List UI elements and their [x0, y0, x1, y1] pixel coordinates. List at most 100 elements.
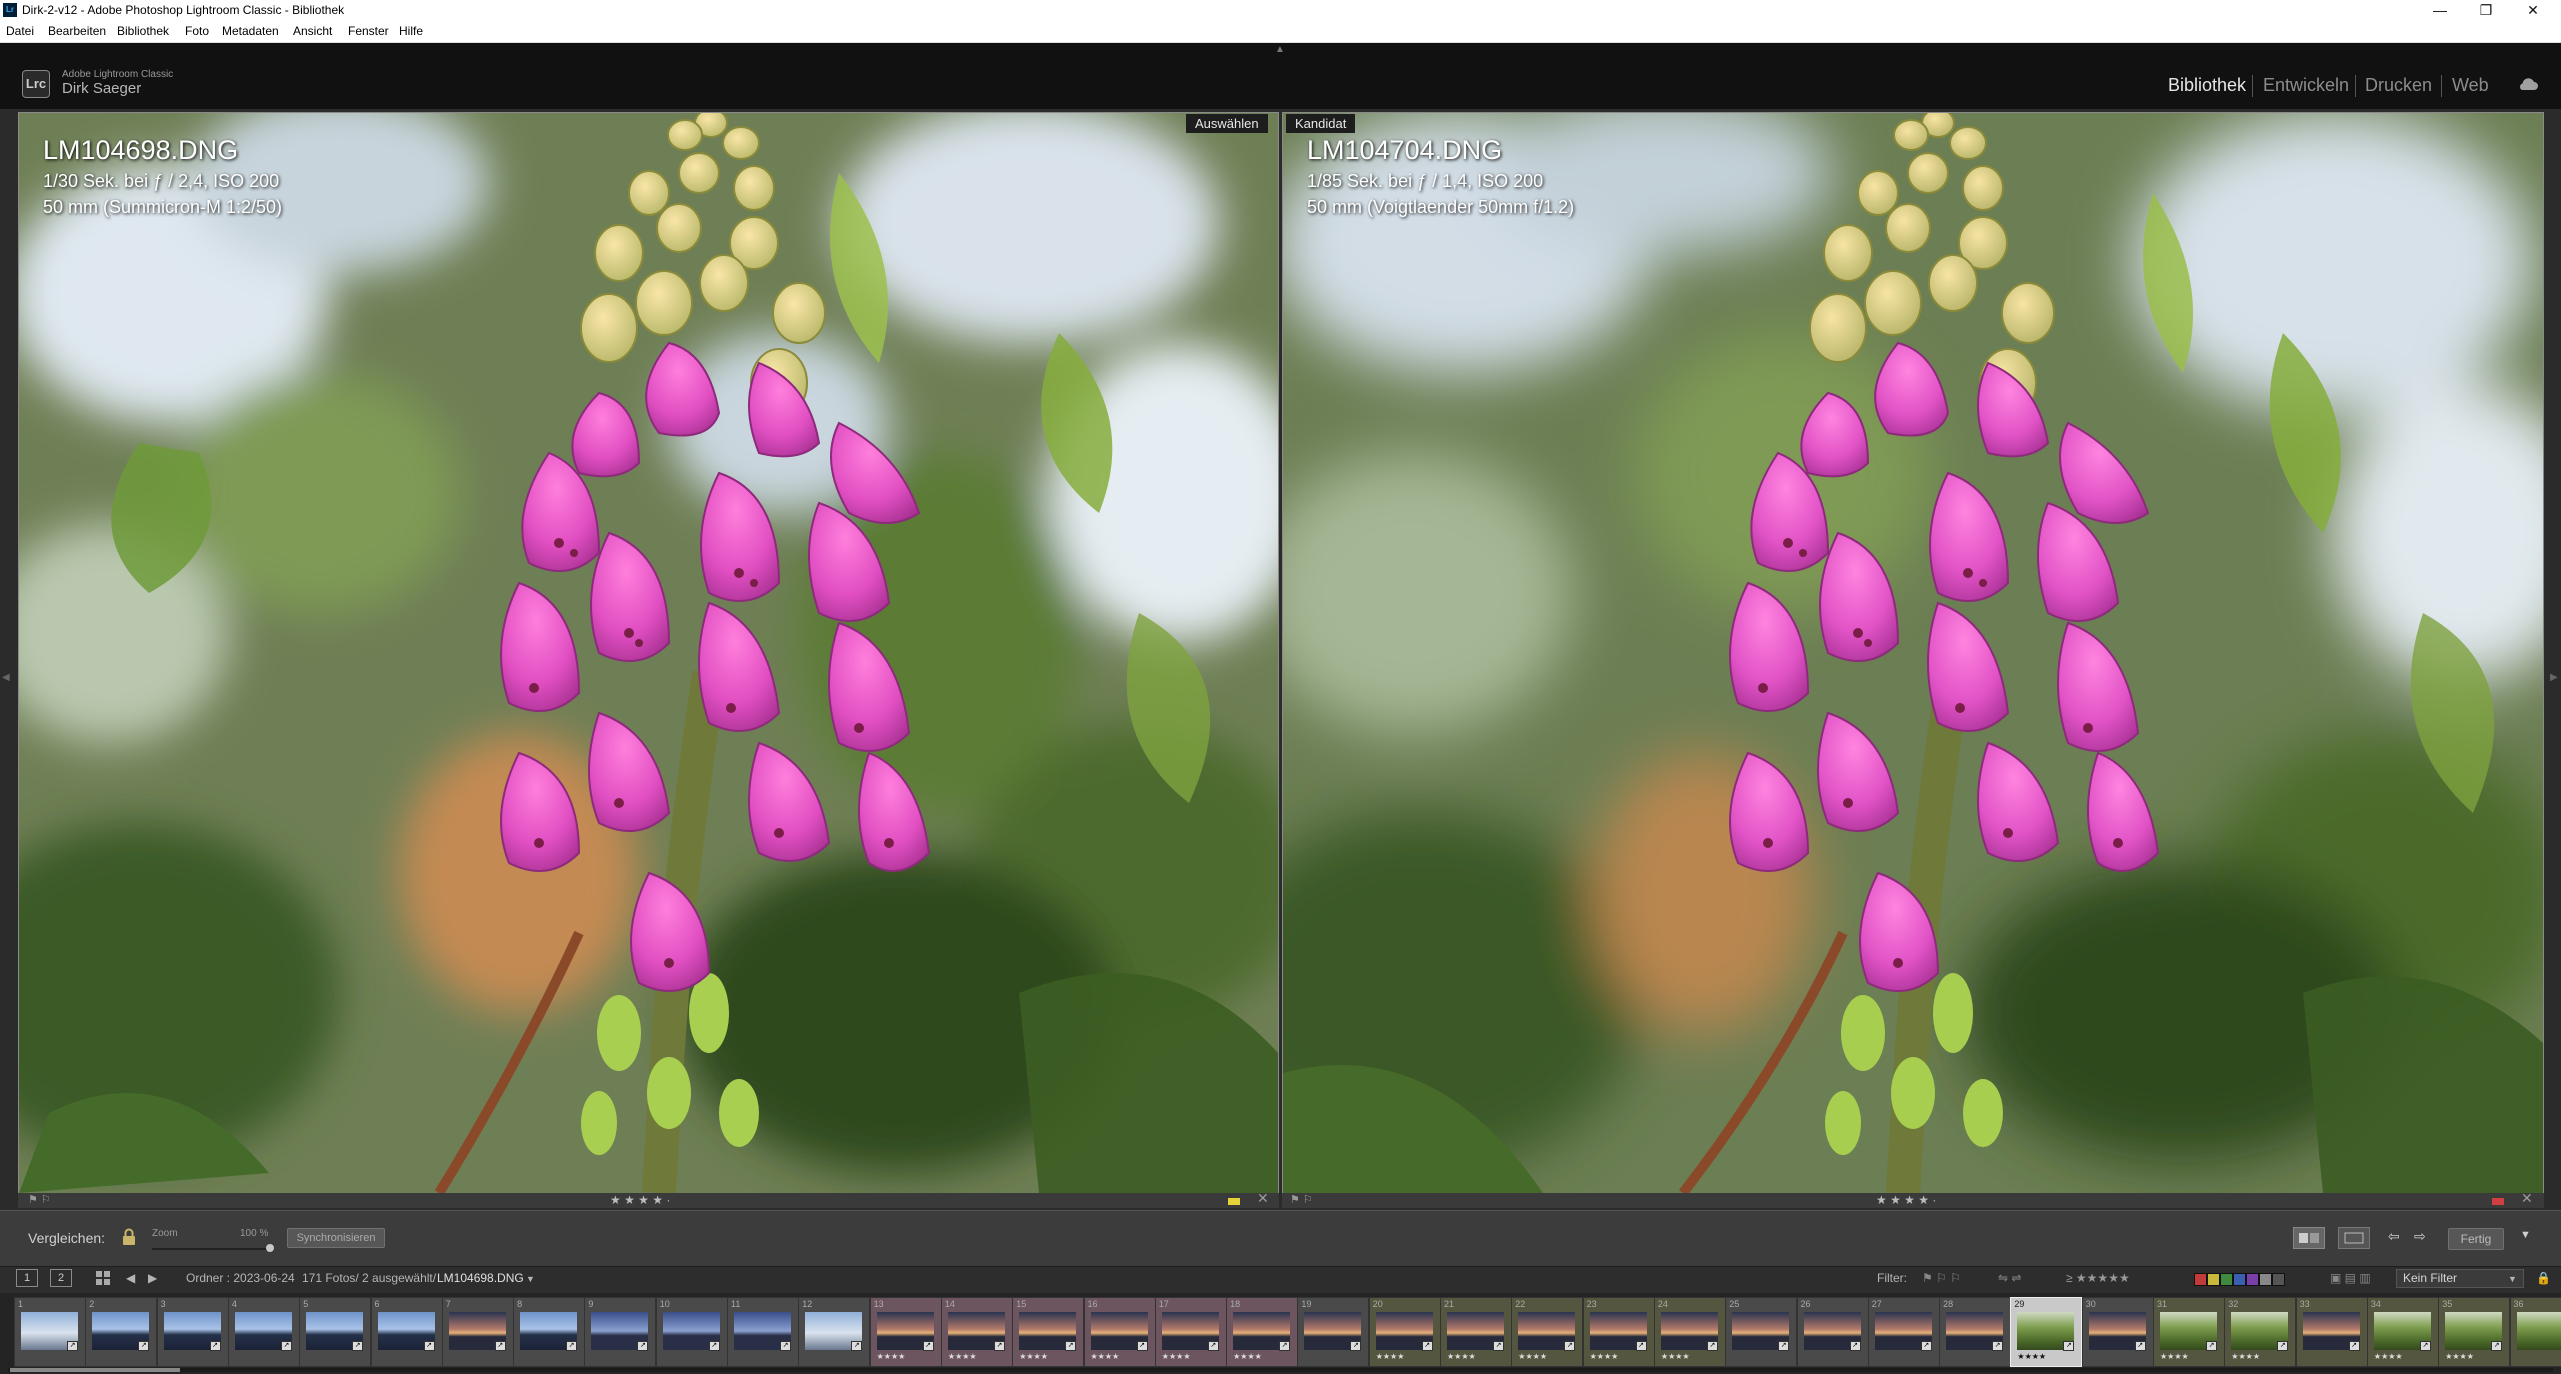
filmstrip-thumbnail[interactable]: 4 ↗ [227, 1297, 300, 1367]
filmstrip-thumbnail[interactable]: 24 ↗ ★★★★ [1653, 1297, 1726, 1367]
filmstrip-thumbnail[interactable]: 14 ↗ ★★★★ [940, 1297, 1013, 1367]
rating-filter[interactable]: ≥ ★★★★★ [2066, 1271, 2130, 1285]
select-filename: LM104698.DNG [43, 135, 239, 165]
minimize-button[interactable]: — [2417, 0, 2463, 20]
close-candidate-icon[interactable]: ✕ [2521, 1190, 2533, 1207]
module-web[interactable]: Web [2452, 75, 2489, 96]
previous-arrow-icon[interactable]: ⇦ [2388, 1228, 2400, 1245]
filmstrip-thumbnail[interactable]: 8 ↗ [513, 1297, 586, 1367]
filmstrip-thumbnail[interactable]: 27 ↗ [1867, 1297, 1940, 1367]
candidate-rating[interactable]: ★ ★ ★ ★ · [1876, 1193, 1936, 1207]
select-color-label[interactable] [1228, 1198, 1240, 1205]
flag-icon[interactable]: ⚑ ⚐ [1290, 1193, 1313, 1206]
collapse-top-panel-icon[interactable]: ▲ [1275, 44, 1285, 55]
source-path[interactable]: Ordner : 2023-06-24 [186, 1271, 295, 1285]
color-label-swatch[interactable] [2272, 1273, 2285, 1286]
filmstrip-thumbnail[interactable]: 1 ↗ [14, 1297, 86, 1367]
filmstrip-thumbnail[interactable]: 21 ↗ ★★★★ [1440, 1297, 1512, 1367]
filmstrip-thumbnail[interactable]: 30 ↗ [2081, 1297, 2154, 1367]
filmstrip-thumbnail[interactable]: 11 ↗ [727, 1297, 799, 1367]
forward-arrow-icon[interactable]: ▶ [148, 1271, 157, 1285]
next-arrow-icon[interactable]: ⇨ [2414, 1228, 2426, 1245]
filmstrip-thumbnail[interactable]: 34 ↗ ★★★★ [2366, 1297, 2439, 1367]
module-drucken[interactable]: Drucken [2365, 75, 2432, 96]
color-label-swatch[interactable] [2207, 1273, 2220, 1286]
filmstrip-thumbnail[interactable]: 12 ↗ [798, 1297, 871, 1367]
color-label-swatch[interactable] [2233, 1273, 2246, 1286]
back-arrow-icon[interactable]: ◀ [126, 1271, 135, 1285]
filmstrip-thumbnail[interactable]: 25 ↗ [1725, 1297, 1798, 1367]
filmstrip-thumbnail[interactable]: 26 ↗ [1796, 1297, 1869, 1367]
filmstrip-thumbnail[interactable]: 13 ↗ ★★★★ [869, 1297, 942, 1367]
select-rating[interactable]: ★ ★ ★ ★ · [610, 1193, 670, 1207]
filmstrip-thumbnail[interactable]: 17 ↗ ★★★★ [1154, 1297, 1227, 1367]
close-select-icon[interactable]: ✕ [1257, 1190, 1269, 1207]
filter-select-chevron-icon[interactable]: ▼ [2508, 1274, 2517, 1284]
second-window-button[interactable]: 2 [50, 1269, 72, 1287]
menu-datei[interactable]: Datei [6, 24, 34, 38]
filmstrip-thumbnail[interactable]: 2 ↗ [85, 1297, 158, 1367]
make-select-button[interactable] [2338, 1227, 2370, 1249]
main-window-button[interactable]: 1 [16, 1269, 38, 1287]
filmstrip-thumbnail[interactable]: 3 ↗ [156, 1297, 229, 1367]
filter-preset-select[interactable]: Kein Filter [2396, 1269, 2524, 1288]
filmstrip-thumbnail[interactable]: 10 ↗ [655, 1297, 728, 1367]
candidate-photo-pane[interactable]: LM104704.DNG 1/85 Sek. bei ƒ / 1,4, ISO … [1282, 112, 2544, 1194]
menu-foto[interactable]: Foto [185, 24, 209, 38]
synchronize-button[interactable]: Synchronisieren [287, 1228, 385, 1248]
color-label-swatch[interactable] [2259, 1273, 2272, 1286]
close-window-button[interactable]: ✕ [2510, 0, 2556, 20]
collapse-left-panel-icon[interactable]: ◀ [2, 672, 10, 683]
zoom-slider-thumb[interactable] [265, 1244, 274, 1252]
filmstrip-thumbnail[interactable]: 31 ↗ ★★★★ [2153, 1297, 2225, 1367]
module-bibliothek[interactable]: Bibliothek [2168, 75, 2246, 96]
color-label-swatch[interactable] [2220, 1273, 2233, 1286]
color-label-swatch[interactable] [2194, 1273, 2207, 1286]
filmstrip-thumbnail[interactable]: 20 ↗ ★★★★ [1368, 1297, 1441, 1367]
filmstrip-thumbnail[interactable]: 6 ↗ [370, 1297, 443, 1367]
menu-ansicht[interactable]: Ansicht [293, 24, 332, 38]
toolbar-menu-chevron-icon[interactable]: ▼ [2520, 1229, 2531, 1241]
filmstrip-scrollbar[interactable] [8, 1368, 2553, 1372]
zoom-label: Zoom [152, 1228, 178, 1239]
select-photo-pane[interactable]: LM104698.DNG 1/30 Sek. bei ƒ / 2,4, ISO … [18, 112, 1279, 1194]
cloud-sync-icon[interactable] [2516, 73, 2540, 97]
zoom-slider[interactable] [152, 1248, 272, 1250]
filmstrip-thumbnail[interactable]: 18 ↗ ★★★★ [1226, 1297, 1299, 1367]
menu-metadaten[interactable]: Metadaten [222, 24, 279, 38]
filmstrip-thumbnail[interactable]: 5 ↗ [299, 1297, 372, 1367]
filmstrip-scroll-thumb[interactable] [10, 1368, 180, 1372]
filmstrip-thumbnail[interactable]: 15 ↗ ★★★★ [1012, 1297, 1085, 1367]
source-menu-chevron-icon[interactable]: ▼ [526, 1274, 535, 1284]
filmstrip-thumbnail[interactable]: 36↗ [2509, 1297, 2561, 1367]
kind-filter-icon[interactable]: ▣ ▤ ▥ [2330, 1271, 2371, 1285]
filmstrip-thumbnail[interactable]: 23 ↗ ★★★★ [1582, 1297, 1655, 1367]
filmstrip-thumbnail[interactable]: 32 ↗ ★★★★ [2224, 1297, 2297, 1367]
menu-bearbeiten[interactable]: Bearbeiten [48, 24, 106, 38]
filmstrip-thumbnail[interactable]: 19 ↗ [1297, 1297, 1370, 1367]
edit-filter-icon[interactable]: ⇋ ⇌ [1998, 1271, 2021, 1285]
color-label-swatch[interactable] [2246, 1273, 2259, 1286]
lock-icon[interactable] [122, 1228, 136, 1246]
candidate-color-label[interactable] [2492, 1198, 2504, 1205]
module-entwickeln[interactable]: Entwickeln [2263, 75, 2349, 96]
swap-photos-button[interactable] [2293, 1227, 2325, 1249]
flag-filter-icon[interactable]: ⚑ ⚐ ⚐ [1922, 1271, 1961, 1285]
filmstrip-thumbnail[interactable]: 29 ↗ ★★★★ [2010, 1297, 2083, 1367]
grid-view-icon[interactable] [96, 1271, 110, 1285]
menu-bibliothek[interactable]: Bibliothek [117, 24, 169, 38]
flag-icon[interactable]: ⚑ ⚐ [28, 1193, 51, 1206]
filmstrip-thumbnail[interactable]: 28 ↗ [1939, 1297, 2012, 1367]
filmstrip-thumbnail[interactable]: 22 ↗ ★★★★ [1511, 1297, 1584, 1367]
filmstrip-thumbnail[interactable]: 9 ↗ [584, 1297, 657, 1367]
filmstrip-thumbnail[interactable]: 33 ↗ [2295, 1297, 2368, 1367]
filmstrip-thumbnail[interactable]: 7 ↗ [441, 1297, 514, 1367]
menu-fenster[interactable]: Fenster [348, 24, 389, 38]
menu-hilfe[interactable]: Hilfe [399, 24, 423, 38]
filmstrip-thumbnail[interactable]: 16 ↗ ★★★★ [1083, 1297, 1156, 1367]
filter-lock-icon[interactable]: 🔒 [2536, 1271, 2551, 1285]
maximize-button[interactable]: ❐ [2463, 0, 2509, 20]
done-button[interactable]: Fertig [2448, 1228, 2504, 1250]
filmstrip-thumbnail[interactable]: 35 ↗ ★★★★ [2438, 1297, 2511, 1367]
collapse-right-panel-icon[interactable]: ▶ [2550, 672, 2558, 683]
